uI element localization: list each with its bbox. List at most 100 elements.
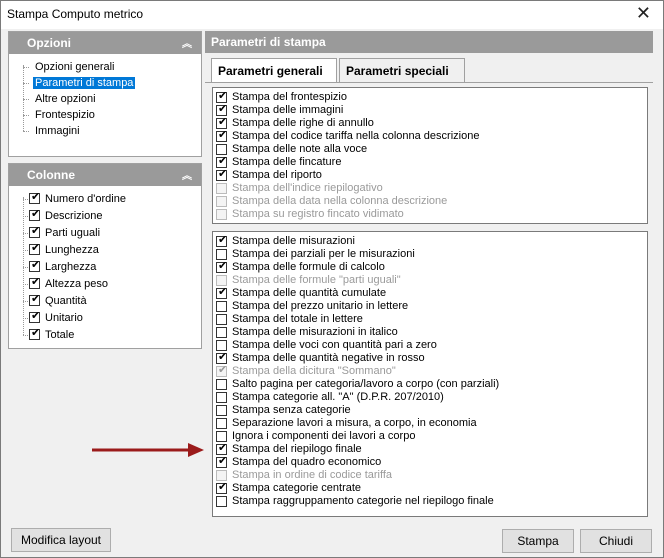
checked-checkbox-icon[interactable]: ✔ (216, 116, 227, 129)
checked-checkbox-icon[interactable]: ✔ (216, 286, 227, 299)
checkmark-icon: ✔ (31, 191, 41, 203)
checkmark-icon: ✔ (31, 276, 41, 288)
unchecked-checkbox-icon[interactable] (216, 340, 227, 351)
checked-checkbox-icon[interactable]: ✔ (29, 276, 41, 289)
option-label: Ignora i componenti dei lavori a corpo (232, 430, 416, 442)
parametri-title: Parametri di stampa (211, 35, 326, 49)
checked-checkbox-icon[interactable]: ✔ (216, 129, 228, 142)
colonne-item-label: Lunghezza (45, 244, 99, 256)
unchecked-checkbox-icon (216, 196, 227, 207)
parametri-header: Parametri di stampa (205, 31, 653, 53)
option-label: Separazione lavori a misura, a corpo, in… (232, 417, 477, 429)
measurement-options-list: ✔ Stampa delle misurazioni Stampa dei parz… (212, 231, 648, 517)
option-label: Salto pagina per categoria/lavoro a corp… (232, 378, 500, 390)
option-label: Stampa della data nella colonna descrizi… (232, 195, 448, 207)
checked-checkbox-icon[interactable]: ✔ (216, 234, 227, 247)
option-label: Stampa in ordine di codice tariffa (232, 469, 392, 481)
unchecked-checkbox-icon[interactable] (216, 379, 227, 390)
option-label: Stampa su registro fincato vidimato (232, 208, 404, 220)
checkmark-icon: ✔ (31, 208, 41, 220)
checked-checkbox-icon[interactable]: ✔ (216, 351, 228, 364)
colonne-item-label: Quantità (45, 295, 87, 307)
colonne-item-label: Larghezza (45, 261, 97, 273)
checked-checkbox-icon[interactable]: ✔ (216, 481, 227, 494)
unchecked-checkbox-icon[interactable] (216, 301, 227, 312)
checkmark-icon: ✔ (218, 103, 228, 115)
checked-checkbox-icon[interactable]: ✔ (216, 260, 228, 273)
opzioni-item-label: Opzioni generali (35, 61, 115, 73)
checked-checkbox-icon[interactable]: ✔ (29, 327, 40, 340)
unchecked-checkbox-icon[interactable] (216, 418, 227, 429)
option-label: Stampa delle voci con quantità pari a ze… (232, 339, 437, 351)
collapse-icon[interactable]: ︽ (182, 167, 192, 182)
tree-connector (23, 83, 29, 84)
checked-checkbox-icon[interactable]: ✔ (29, 208, 41, 221)
checkmark-icon: ✔ (31, 242, 41, 254)
option-label: Stampa delle formule di calcolo (232, 261, 385, 273)
checked-checkbox-icon[interactable]: ✔ (29, 310, 41, 323)
colonne-header[interactable]: Colonne ︽ (9, 164, 201, 186)
option-label: Stampa della dicitura "Sommano" (232, 365, 396, 377)
checkmark-icon: ✔ (218, 364, 228, 376)
window-title: Stampa Computo metrico (7, 7, 144, 21)
option-label: Stampa delle misurazioni in italico (232, 326, 398, 338)
checked-checkbox-icon[interactable]: ✔ (216, 455, 227, 468)
tree-connector (23, 197, 25, 335)
checked-checkbox-icon[interactable]: ✔ (216, 103, 228, 116)
collapse-icon[interactable]: ︽ (182, 35, 192, 50)
checked-checkbox-icon[interactable]: ✔ (216, 90, 227, 103)
option-label: Stampa del codice tariffa nella colonna … (232, 130, 480, 142)
option-label: Stampa del prezzo unitario in lettere (232, 300, 409, 312)
checked-checkbox-icon[interactable]: ✔ (29, 242, 41, 255)
unchecked-checkbox-icon (216, 470, 227, 481)
annotation-arrow (92, 443, 204, 457)
unchecked-checkbox-icon[interactable] (216, 249, 227, 260)
tree-connector (23, 99, 29, 100)
unchecked-checkbox-icon[interactable] (216, 314, 227, 325)
option-label: Stampa delle note alla voce (232, 143, 368, 155)
option-label: Stampa del totale in lettere (232, 313, 363, 325)
checkmark-icon: ✔ (31, 310, 41, 322)
tree-connector (23, 267, 28, 268)
unchecked-checkbox-icon[interactable] (216, 392, 227, 403)
checkmark-icon: ✔ (31, 225, 41, 237)
modifica-layout-button[interactable]: Modifica layout (11, 528, 111, 552)
tree-connector (23, 216, 28, 217)
checked-checkbox-icon[interactable]: ✔ (216, 442, 227, 455)
tab-parametri-speciali[interactable]: Parametri speciali (339, 58, 465, 82)
unchecked-checkbox-icon[interactable] (216, 144, 227, 155)
option-label: Stampa del frontespizio (232, 91, 347, 103)
unchecked-checkbox-icon[interactable] (216, 327, 227, 338)
tree-connector (23, 250, 28, 251)
checked-checkbox-icon[interactable]: ✔ (216, 155, 227, 168)
checked-checkbox-icon[interactable]: ✔ (29, 259, 40, 272)
tree-connector (23, 131, 29, 132)
tab-label: Parametri speciali (346, 64, 449, 78)
tab-parametri-generali[interactable]: Parametri generali (211, 58, 337, 83)
option-label: Stampa del riepilogo finale (232, 443, 362, 455)
unchecked-checkbox-icon[interactable] (216, 496, 227, 507)
checked-checkbox-icon[interactable]: ✔ (29, 225, 41, 238)
unchecked-checkbox-icon[interactable] (216, 431, 227, 442)
checkmark-icon: ✔ (218, 129, 228, 141)
stampa-button[interactable]: Stampa (502, 529, 574, 553)
opzioni-item-label: Immagini (35, 125, 80, 137)
opzioni-panel: Opzioni ︽ Opzioni generali Parametri di s… (8, 31, 202, 157)
option-label: Stampa senza categorie (232, 404, 351, 416)
tree-connector (23, 199, 28, 200)
colonne-item-label: Descrizione (45, 210, 103, 222)
option-label: Stampa del quadro economico (232, 456, 382, 468)
opzioni-header[interactable]: Opzioni ︽ (9, 32, 201, 54)
checked-checkbox-icon[interactable]: ✔ (29, 191, 41, 204)
checkmark-icon: ✔ (218, 351, 228, 363)
chiudi-button[interactable]: Chiudi (580, 529, 652, 553)
tree-connector (23, 115, 29, 116)
checked-checkbox-icon[interactable]: ✔ (216, 168, 227, 181)
close-icon[interactable]: ✕ (636, 3, 651, 24)
opzioni-item-label: Frontespizio (35, 109, 95, 121)
option-label: Stampa delle fincature (232, 156, 342, 168)
checked-checkbox-icon[interactable]: ✔ (29, 293, 40, 306)
unchecked-checkbox-icon[interactable] (216, 405, 227, 416)
option-label: Stampa raggruppamento categorie nel riep… (232, 495, 494, 507)
checkmark-icon: ✔ (218, 260, 228, 272)
